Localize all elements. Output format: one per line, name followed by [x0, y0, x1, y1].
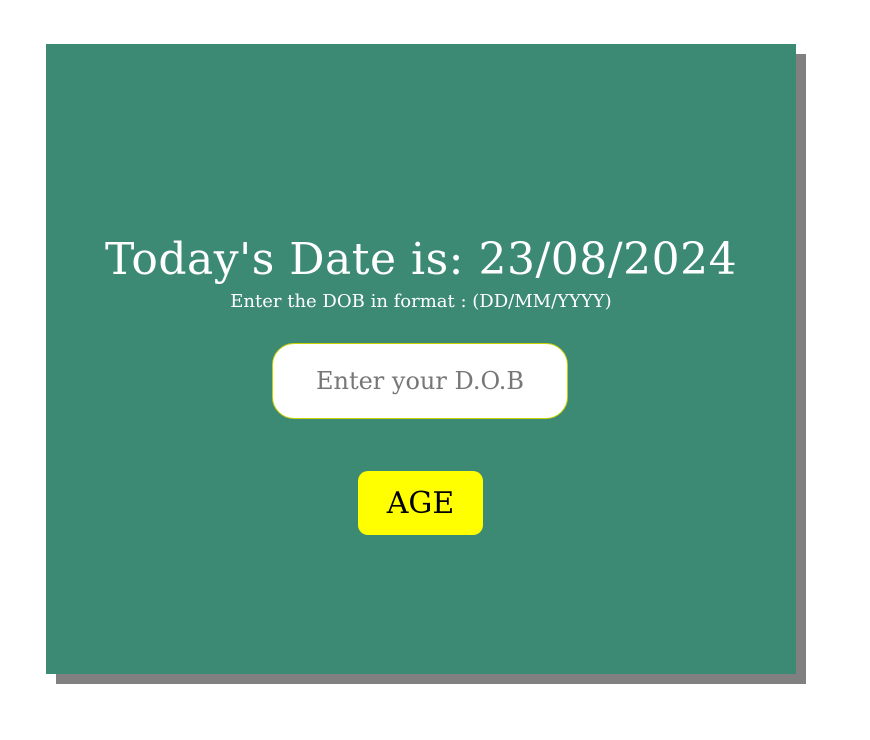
age-button[interactable]: AGE	[358, 471, 483, 535]
page-title: Today's Date is: 23/08/2024	[104, 234, 738, 285]
dob-input[interactable]	[272, 343, 568, 419]
age-calculator-card: Today's Date is: 23/08/2024 Enter the DO…	[46, 44, 796, 674]
dob-format-hint: Enter the DOB in format : (DD/MM/YYYY)	[230, 291, 612, 312]
